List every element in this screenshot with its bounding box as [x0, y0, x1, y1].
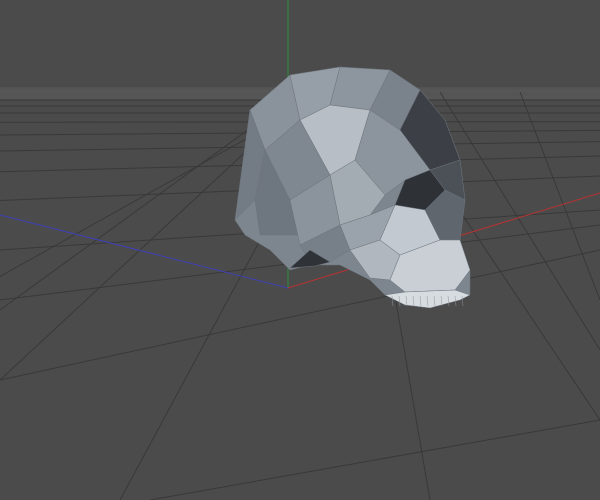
viewport-canvas[interactable]	[0, 0, 600, 500]
3d-viewport[interactable]	[0, 0, 600, 500]
